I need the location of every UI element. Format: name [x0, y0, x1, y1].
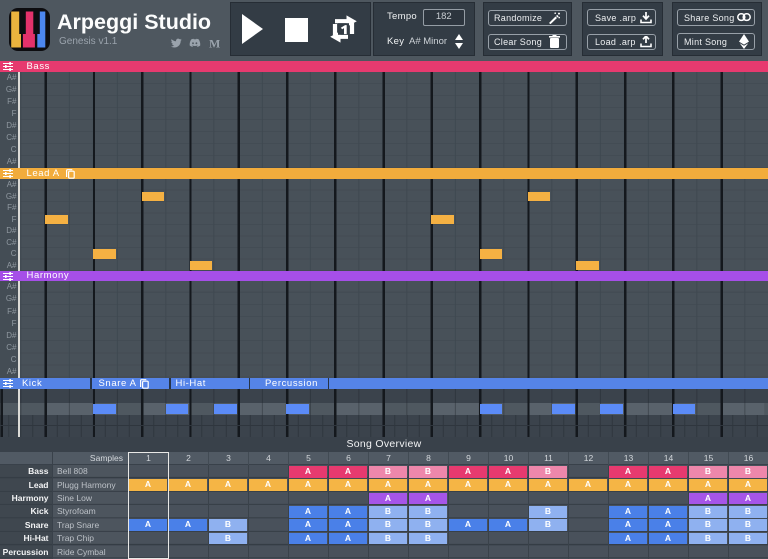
svg-text:M: M	[209, 38, 220, 50]
